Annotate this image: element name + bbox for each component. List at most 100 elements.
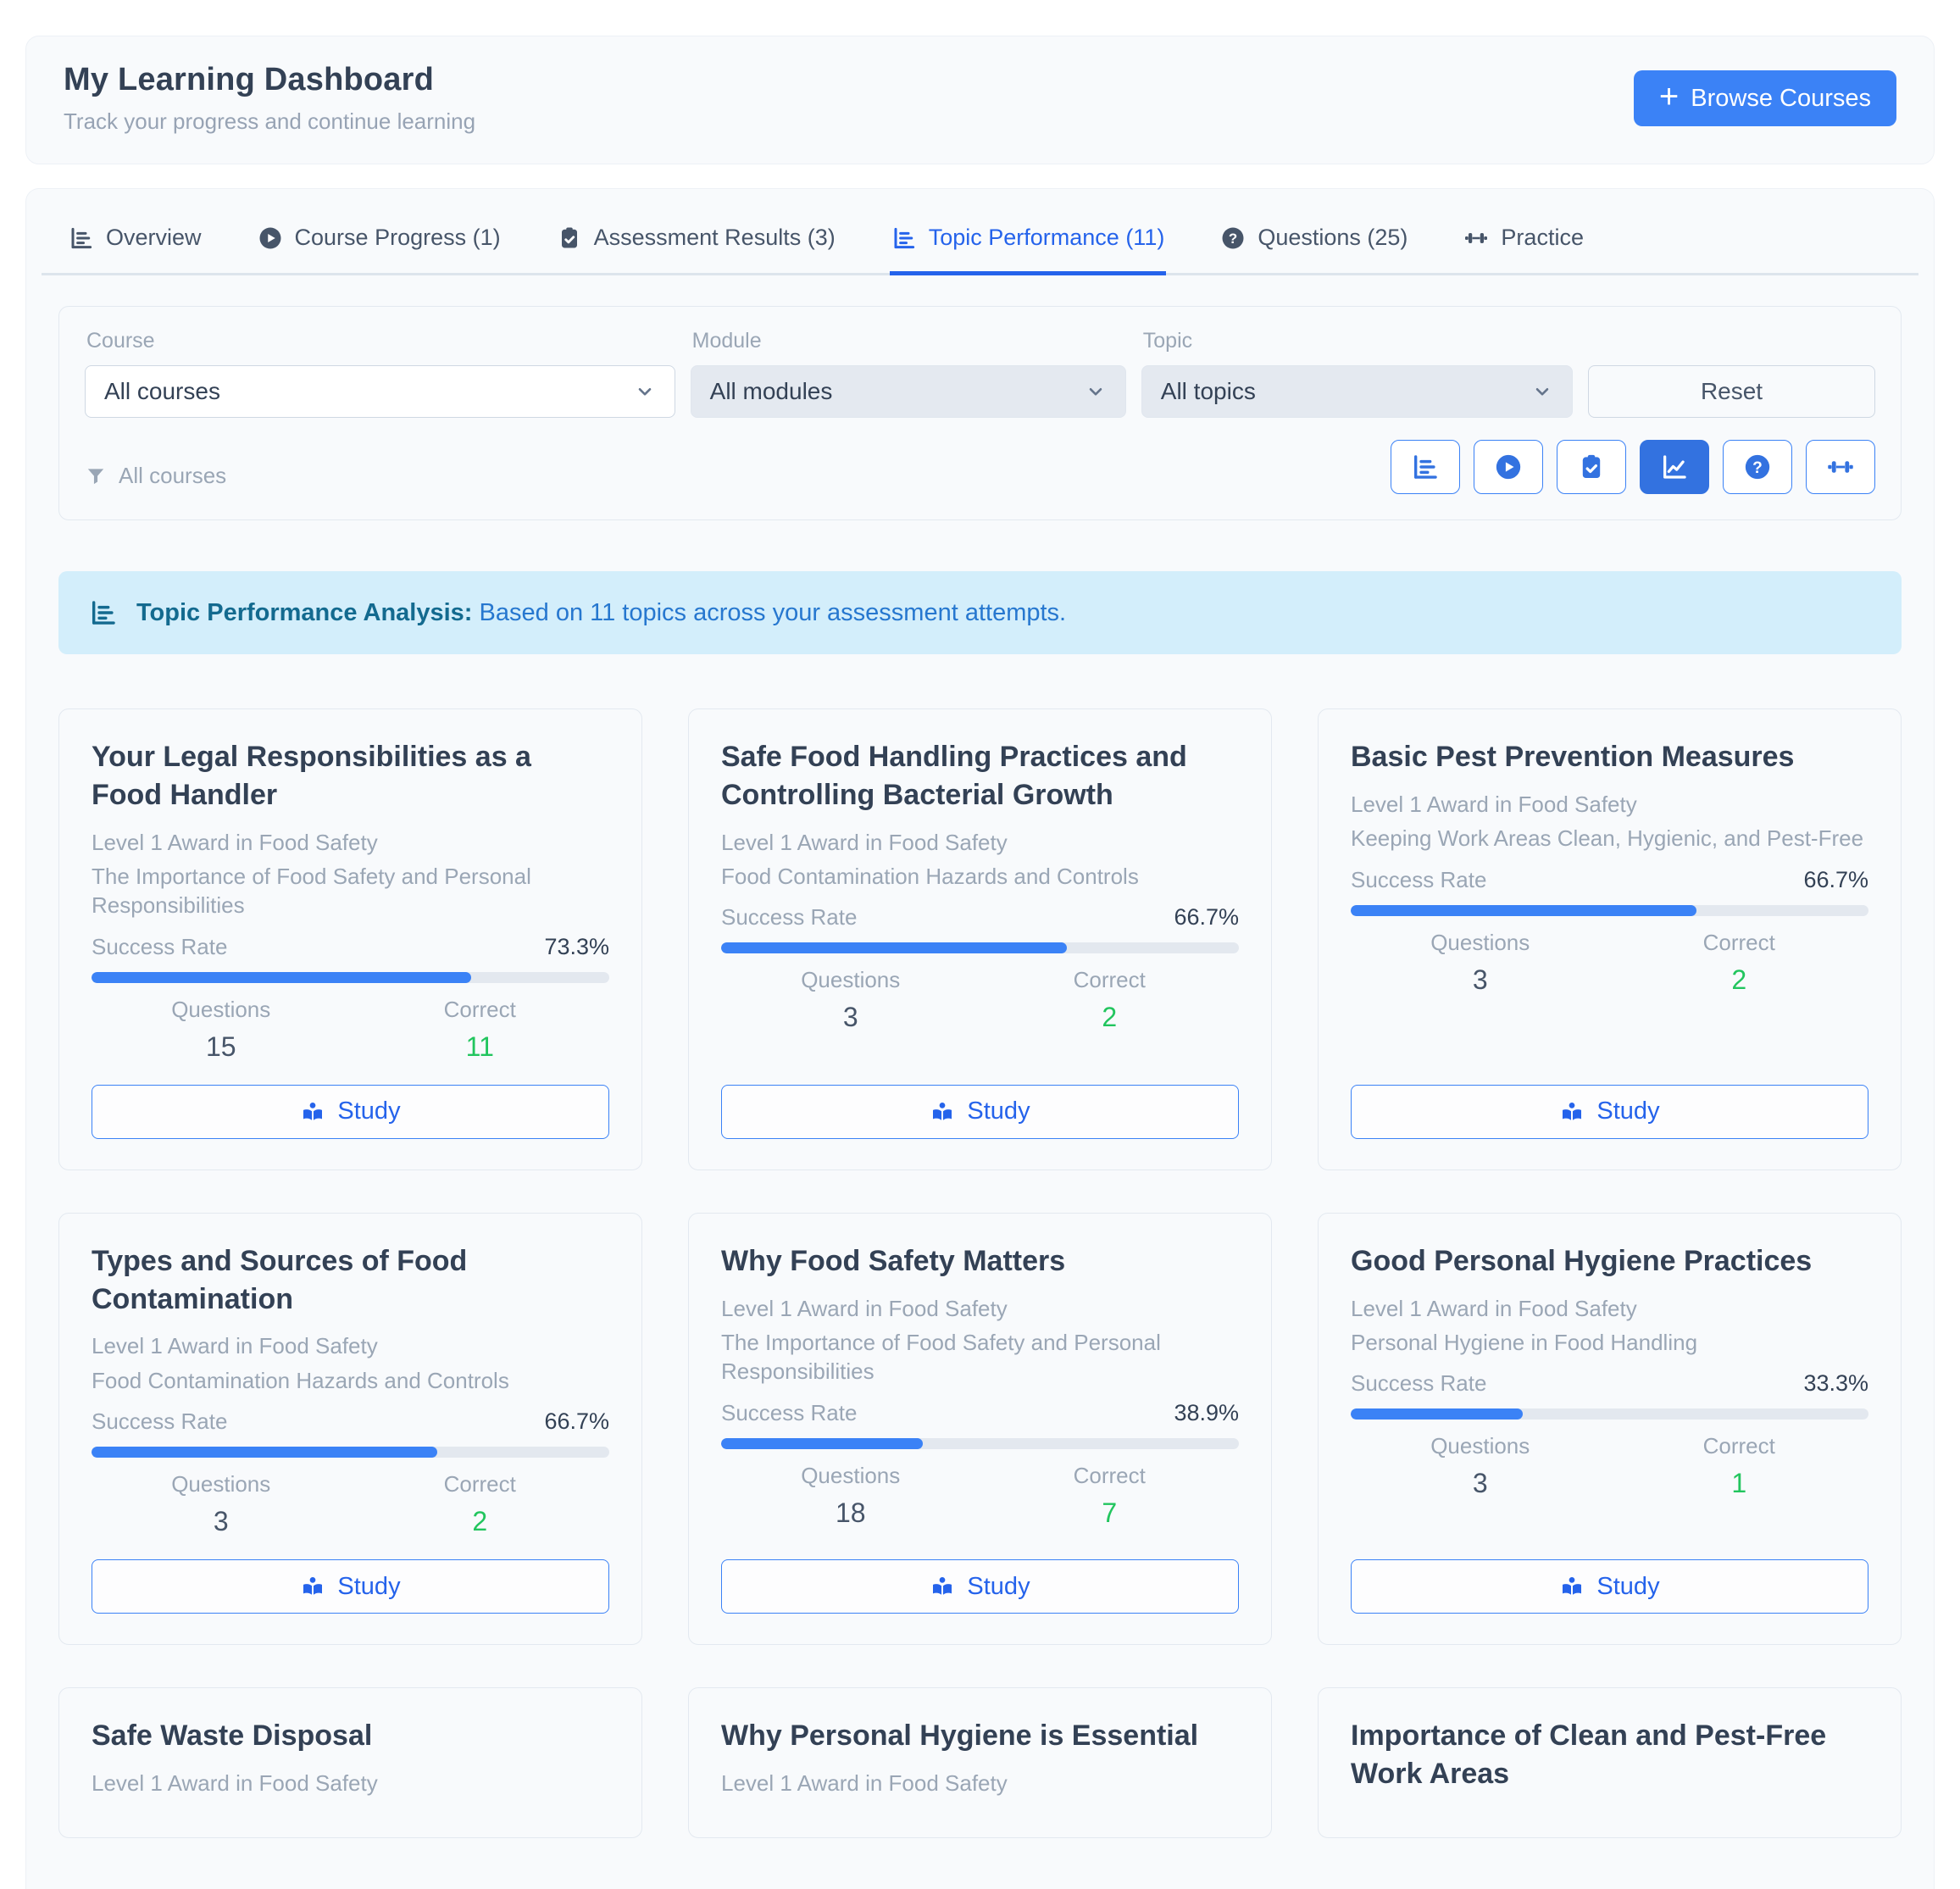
reset-filters-button[interactable]: Reset (1588, 365, 1875, 418)
view-clipboard-check-button[interactable] (1557, 440, 1626, 494)
page-title: My Learning Dashboard (64, 62, 475, 98)
topic-filter-label: Topic (1143, 329, 1573, 353)
tab-course-progress-1[interactable]: Course Progress (1) (256, 225, 502, 275)
view-button-group: ? (1391, 440, 1875, 494)
questions-value: 3 (92, 1506, 351, 1537)
success-rate-value: 33.3% (1803, 1370, 1868, 1397)
topic-card: Safe Food Handling Practices and Control… (688, 708, 1272, 1170)
study-button-label: Study (967, 1573, 1030, 1601)
success-rate-value: 66.7% (544, 1408, 609, 1435)
line-chart-icon (1660, 453, 1689, 481)
topic-card: Safe Waste Disposal Level 1 Award in Foo… (58, 1687, 642, 1838)
view-line-chart-button[interactable] (1640, 440, 1709, 494)
course-select[interactable]: All courses (85, 365, 675, 418)
correct-value: 2 (980, 1002, 1240, 1033)
questions-label: Questions (1351, 1433, 1610, 1459)
topic-module: The Importance of Food Safety and Person… (92, 862, 609, 920)
banner-title: Topic Performance Analysis: (136, 599, 472, 626)
study-button-label: Study (1596, 1097, 1659, 1125)
dashboard-panel: Overview Course Progress (1) Assessment … (25, 188, 1935, 1889)
study-button[interactable]: Study (92, 1085, 609, 1139)
dashboard-header: My Learning Dashboard Track your progres… (25, 36, 1935, 164)
questions-label: Questions (1351, 930, 1610, 956)
course-filter-label: Course (86, 329, 675, 353)
topic-card: Good Personal Hygiene Practices Level 1 … (1318, 1213, 1902, 1645)
bar-chart-icon (891, 225, 917, 251)
topic-course: Level 1 Award in Food Safety (1351, 1294, 1868, 1323)
correct-label: Correct (980, 1463, 1240, 1489)
topic-course: Level 1 Award in Food Safety (721, 1769, 1239, 1797)
topic-card: Types and Sources of Food Contamination … (58, 1213, 642, 1645)
book-reader-icon (930, 1099, 955, 1125)
topic-course: Level 1 Award in Food Safety (92, 828, 609, 857)
study-button[interactable]: Study (1351, 1559, 1868, 1614)
correct-label: Correct (1610, 930, 1869, 956)
topic-module: Keeping Work Areas Clean, Hygienic, and … (1351, 824, 1868, 853)
topic-title: Safe Waste Disposal (92, 1717, 609, 1755)
course-select-value: All courses (104, 378, 220, 405)
success-rate-label: Success Rate (92, 934, 227, 960)
success-rate-label: Success Rate (92, 1408, 227, 1435)
study-button[interactable]: Study (92, 1559, 609, 1614)
topic-title: Why Food Safety Matters (721, 1242, 1239, 1281)
tab-practice[interactable]: Practice (1462, 225, 1585, 275)
success-rate-value: 38.9% (1174, 1400, 1239, 1426)
play-circle-icon (1494, 453, 1523, 481)
correct-label: Correct (351, 997, 610, 1023)
module-select-value: All modules (710, 378, 833, 405)
tab-overview[interactable]: Overview (67, 225, 203, 275)
view-dumbbell-button[interactable] (1806, 440, 1875, 494)
topic-course: Level 1 Award in Food Safety (721, 1294, 1239, 1323)
active-filter-text: All courses (119, 463, 226, 489)
view-bar-chart-button[interactable] (1391, 440, 1460, 494)
study-button-label: Study (967, 1097, 1030, 1125)
topic-select[interactable]: All topics (1141, 365, 1573, 418)
module-select[interactable]: All modules (691, 365, 1126, 418)
correct-label: Correct (980, 967, 1240, 993)
topic-module: Personal Hygiene in Food Handling (1351, 1328, 1868, 1357)
questions-label: Questions (721, 967, 980, 993)
browse-courses-button[interactable]: + Browse Courses (1634, 70, 1896, 126)
view-play-circle-button[interactable] (1474, 440, 1543, 494)
book-reader-icon (300, 1574, 325, 1599)
questions-value: 18 (721, 1497, 980, 1529)
bar-chart-icon (89, 598, 118, 627)
bar-chart-icon (69, 225, 94, 251)
topic-module: The Importance of Food Safety and Person… (721, 1328, 1239, 1386)
success-rate-value: 66.7% (1174, 904, 1239, 931)
topic-title: Good Personal Hygiene Practices (1351, 1242, 1868, 1281)
topic-card: Your Legal Responsibilities as a Food Ha… (58, 708, 642, 1170)
clipboard-check-icon (1577, 453, 1606, 481)
study-button[interactable]: Study (721, 1559, 1239, 1614)
success-rate-value: 66.7% (1803, 867, 1868, 893)
chevron-down-icon (1531, 381, 1553, 403)
view-question-circle-button[interactable]: ? (1723, 440, 1792, 494)
tab-bar: Overview Course Progress (1) Assessment … (42, 189, 1918, 275)
correct-value: 1 (1610, 1468, 1869, 1499)
success-rate-progress-fill (721, 1438, 923, 1449)
correct-label: Correct (351, 1471, 610, 1497)
topic-title: Types and Sources of Food Contamination (92, 1242, 609, 1319)
questions-value: 3 (1351, 1468, 1610, 1499)
study-button-label: Study (337, 1097, 400, 1125)
topic-title: Your Legal Responsibilities as a Food Ha… (92, 738, 609, 814)
banner-text: Based on 11 topics across your assessmen… (480, 599, 1067, 626)
study-button[interactable]: Study (1351, 1085, 1868, 1139)
topic-title: Why Personal Hygiene is Essential (721, 1717, 1239, 1755)
study-button[interactable]: Study (721, 1085, 1239, 1139)
book-reader-icon (1559, 1099, 1585, 1125)
questions-value: 3 (1351, 964, 1610, 996)
tab-questions-25[interactable]: ? Questions (25) (1219, 225, 1409, 275)
chevron-down-icon (1085, 381, 1107, 403)
tab-assessment-results-3[interactable]: Assessment Results (3) (555, 225, 837, 275)
dumbbell-icon (1463, 225, 1489, 251)
questions-value: 3 (721, 1002, 980, 1033)
success-rate-progressbar (1351, 905, 1868, 916)
question-circle-icon: ? (1743, 453, 1772, 481)
book-reader-icon (930, 1574, 955, 1599)
success-rate-progress-fill (92, 972, 471, 983)
bar-chart-icon (1411, 453, 1440, 481)
success-rate-progressbar (92, 972, 609, 983)
topic-module: Food Contamination Hazards and Controls (721, 862, 1239, 891)
tab-topic-performance-11[interactable]: Topic Performance (11) (890, 225, 1167, 275)
